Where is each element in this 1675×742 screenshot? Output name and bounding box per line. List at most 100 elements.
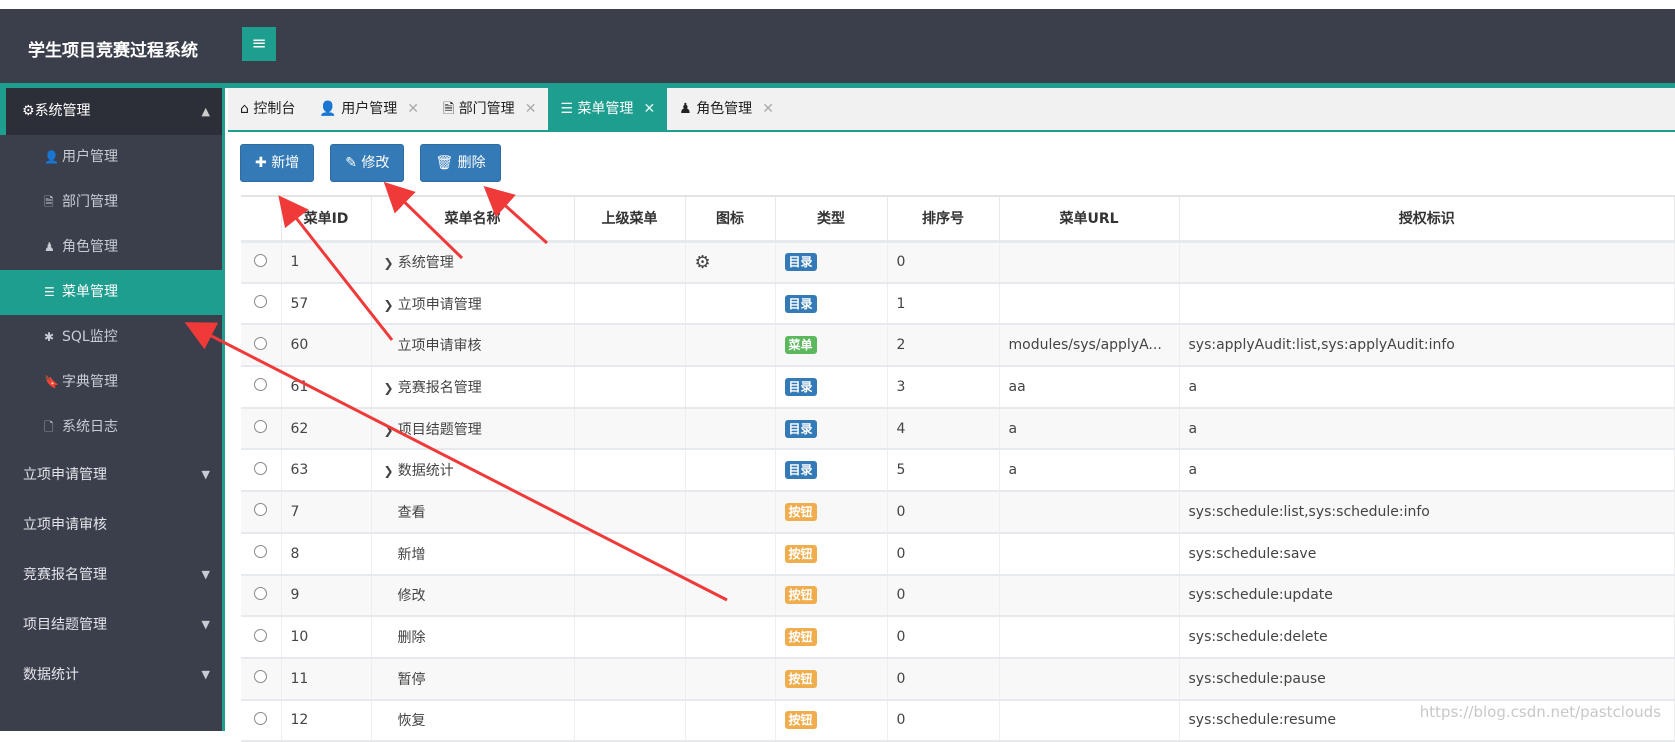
tab[interactable]: ⌂ 控制台 (228, 88, 307, 130)
column-header: 图标 (685, 195, 776, 243)
type-cell: 菜单 (775, 324, 888, 368)
sidebar-item[interactable]: ✱ SQL监控 (0, 315, 222, 360)
sidebar-section-system[interactable]: ⚙系统管理 ▲ (0, 88, 222, 135)
icon-cell (685, 574, 776, 618)
row-radio[interactable] (254, 670, 267, 684)
table-row[interactable]: 1 ❯ 系统管理 ⚙ 目录 0 (241, 241, 1675, 284)
tab-icon: ⌂ (240, 101, 249, 117)
tab-icon: 👤 (319, 101, 337, 117)
chevron-right-icon[interactable]: ❯ (384, 298, 398, 312)
permission: a (1179, 449, 1675, 493)
edit-button[interactable]: ✎ 修改 (330, 144, 405, 182)
sidebar-item[interactable]: ♟ 角色管理 (0, 225, 222, 270)
type-badge: 按钮 (784, 711, 817, 730)
sidebar-group[interactable]: 竞赛报名管理 ▼ (0, 550, 222, 600)
menu-name-cell: ❯ 竞赛报名管理 (371, 366, 575, 409)
menu-name-cell: ❯ 数据统计 (371, 449, 575, 493)
type-badge: 按钮 (784, 628, 817, 647)
permission (1179, 282, 1675, 326)
table-row[interactable]: 8 新增 按钮 0 sys:schedule:save (241, 532, 1675, 576)
sidebar-item[interactable]: 👤 用户管理 (0, 135, 222, 180)
sidebar-item[interactable]: ☰ 菜单管理 (0, 270, 222, 315)
column-header: 菜单名称 (371, 195, 575, 243)
parent-menu (574, 324, 686, 368)
tab[interactable]: ☰ 菜单管理 ✕ (548, 88, 668, 130)
order-num: 1 (887, 282, 1000, 326)
gear-icon: ⚙ (22, 103, 35, 119)
tab[interactable]: ♟ 角色管理 ✕ (667, 88, 786, 130)
row-radio[interactable] (254, 503, 267, 517)
document-icon: 🗋 (44, 420, 54, 434)
row-radio[interactable] (254, 378, 267, 392)
chevron-right-icon[interactable]: ❯ (384, 464, 398, 478)
list-icon: ☰ (44, 285, 55, 299)
order-num: 0 (887, 532, 1000, 576)
sidebar-item[interactable]: 🔖 字典管理 (0, 360, 222, 405)
row-radio[interactable] (254, 711, 267, 725)
row-radio[interactable] (254, 586, 267, 600)
row-radio[interactable] (254, 420, 267, 434)
user-icon: 👤 (44, 150, 59, 164)
table-row[interactable]: 63 ❯ 数据统计 目录 5 a a (241, 449, 1675, 493)
sidebar-item-label: 部门管理 (62, 194, 118, 210)
sidebar-group[interactable]: 立项申请管理 ▼ (0, 450, 222, 500)
chevron-right-icon[interactable]: ❯ (384, 423, 398, 437)
sidebar-item[interactable]: 🗋 系统日志 (0, 405, 222, 450)
row-radio[interactable] (254, 253, 267, 267)
close-icon[interactable]: ✕ (525, 101, 537, 117)
table-row[interactable]: 9 修改 按钮 0 sys:schedule:update (241, 574, 1675, 618)
icon-cell (685, 491, 776, 534)
tab-icon: 🗎 (442, 101, 455, 117)
menu-name: 系统管理 (397, 255, 454, 272)
menu-name: 立项申请管理 (397, 296, 482, 313)
sidebar-group[interactable]: 项目结题管理 ▼ (0, 600, 222, 650)
chevron-right-icon[interactable]: ❯ (384, 381, 398, 395)
column-header: 上级菜单 (574, 195, 686, 243)
column-header: 菜单URL (999, 195, 1180, 243)
select-cell (241, 407, 282, 451)
menu-name: 数据统计 (397, 463, 454, 480)
delete-button[interactable]: 🗑 删除 (420, 144, 501, 182)
trash-icon: 🗑 (435, 155, 454, 171)
row-radio[interactable] (254, 336, 267, 350)
table-row[interactable]: 62 ❯ 项目结题管理 目录 4 a a (241, 407, 1675, 451)
chevron-right-icon[interactable]: ❯ (384, 256, 398, 270)
menu-toggle-button[interactable]: ≡ (242, 27, 276, 61)
tab[interactable]: 👤 用户管理 ✕ (307, 88, 431, 130)
table-row[interactable]: 60 立项申请审核 菜单 2 modules/sys/applyA... sys:appl… (241, 324, 1675, 368)
column-header: 排序号 (887, 195, 1000, 243)
row-radio[interactable] (254, 545, 267, 559)
row-radio[interactable] (254, 628, 267, 642)
parent-menu (574, 241, 686, 284)
close-icon[interactable]: ✕ (762, 101, 774, 117)
menu-url: aa (999, 366, 1180, 409)
menu-name: 修改 (397, 588, 426, 605)
table-row[interactable]: 11 暂停 按钮 0 sys:schedule:pause (241, 657, 1675, 701)
sidebar-group[interactable]: 数据统计 ▼ (0, 650, 222, 700)
row-radio[interactable] (254, 461, 267, 475)
top-strip (0, 0, 1675, 9)
permission (1179, 241, 1675, 284)
menu-name: 项目结题管理 (397, 421, 482, 438)
row-radio[interactable] (254, 295, 267, 309)
tab[interactable]: 🗎 部门管理 ✕ (431, 88, 548, 130)
table-row[interactable]: 61 ❯ 竞赛报名管理 目录 3 aa a (241, 366, 1675, 409)
tab-label: 角色管理 (696, 101, 753, 117)
sidebar-item[interactable]: 🗎 部门管理 (0, 180, 222, 225)
order-num: 0 (887, 657, 1000, 701)
select-cell (241, 241, 282, 284)
table-row[interactable]: 10 删除 按钮 0 sys:schedule:delete (241, 616, 1675, 659)
menu-url: modules/sys/applyA... (999, 324, 1180, 368)
role-icon: ♟ (44, 240, 55, 254)
select-cell (241, 532, 282, 576)
order-num: 0 (887, 491, 1000, 534)
parent-menu (574, 699, 686, 742)
close-icon[interactable]: ✕ (407, 101, 419, 117)
sidebar-group[interactable]: 立项申请审核 (0, 500, 222, 550)
type-cell: 目录 (775, 366, 888, 409)
tab-label: 菜单管理 (577, 101, 634, 117)
table-row[interactable]: 7 查看 按钮 0 sys:schedule:list,sys:schedule:inf… (241, 491, 1675, 534)
close-icon[interactable]: ✕ (643, 101, 655, 117)
table-row[interactable]: 57 ❯ 立项申请管理 目录 1 (241, 282, 1675, 326)
add-button[interactable]: ✚ 新增 (240, 144, 315, 182)
